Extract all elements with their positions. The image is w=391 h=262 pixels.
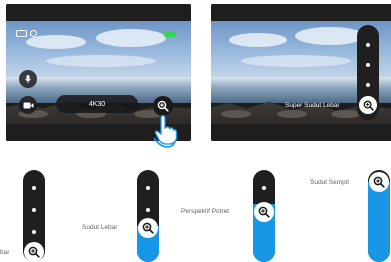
- resolution-pill[interactable]: 4K30: [56, 95, 138, 113]
- video-mode-button[interactable]: [19, 96, 37, 114]
- zoom-slider-handle: [138, 218, 158, 238]
- zoom-in-icon: [157, 100, 169, 112]
- mic-icon: [25, 75, 31, 83]
- zoom-slider-handle: [24, 242, 44, 262]
- hand-pointer-icon: [153, 114, 178, 148]
- zoom-step-label: bar: [0, 249, 10, 256]
- zoom-slider-step-wide: [137, 170, 159, 262]
- bottom-bar: [211, 124, 391, 141]
- zoom-in-icon: [28, 246, 40, 258]
- zoom-step-label: Perspektif Potret: [181, 208, 230, 215]
- zoom-step-label: Sudut Sempit: [310, 179, 350, 186]
- battery-icon: [164, 31, 176, 37]
- zoom-mode-label: Super Sudut Lebar: [285, 102, 340, 109]
- zoom-slider-handle: [369, 172, 389, 192]
- top-bar: [6, 4, 191, 21]
- resolution-label: 4K30: [88, 100, 106, 108]
- zoom-in-icon: [363, 100, 374, 111]
- zoom-in-icon: [258, 206, 270, 218]
- top-bar: [211, 4, 391, 21]
- camera-status-icon: [16, 30, 37, 37]
- mic-button[interactable]: [19, 70, 37, 88]
- zoom-step-label: Sudut Lebar: [82, 224, 118, 231]
- zoom-slider-handle[interactable]: [359, 96, 377, 114]
- zoom-slider-handle: [254, 202, 274, 222]
- zoom-button[interactable]: [153, 96, 173, 116]
- zoom-in-icon: [373, 176, 385, 188]
- video-camera-icon: [23, 102, 33, 108]
- zoom-in-icon: [142, 222, 154, 234]
